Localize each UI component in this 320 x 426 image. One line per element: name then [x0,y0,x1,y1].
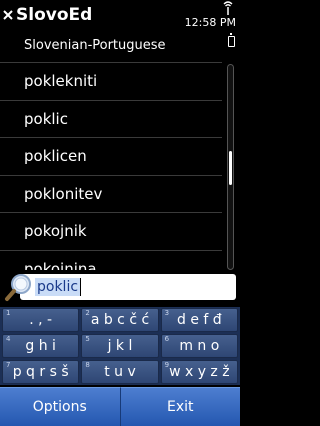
battery-icon [228,33,235,47]
clock: 12:58 PM [184,16,236,29]
key-1[interactable]: 1. , - [2,308,80,332]
key-3[interactable]: 3d e f đ [160,308,238,332]
list-item[interactable]: poklicen [0,137,222,175]
dictionary-subtitle: Slovenian-Portuguese [24,38,166,53]
list-item[interactable]: poklic [0,99,222,138]
key-6[interactable]: 6m n o [160,334,238,358]
word-list: poklekniti poklic poklicen poklonitev po… [0,62,222,287]
key-7[interactable]: 7p q r s š [2,360,80,384]
list-item[interactable]: poklekniti [0,62,222,100]
text-caret [80,278,81,296]
softkey-bar: Options Exit [0,387,240,426]
exit-button[interactable]: Exit [119,387,240,426]
list-item[interactable]: poklonitev [0,174,222,213]
title-bar: SlovoEd Slovenian-Portuguese 12:58 PM [0,0,240,62]
search-area: poklic [0,270,240,306]
key-5[interactable]: 5j k l [81,334,159,358]
scrollbar-thumb[interactable] [229,151,232,185]
keypad: 1. , - 2a b c č ć 3d e f đ 4g h i 5j k l… [0,307,240,385]
key-9[interactable]: 9w x y z ž [160,360,238,384]
close-icon[interactable] [2,9,14,21]
list-item[interactable]: pokojnik [0,212,222,250]
key-4[interactable]: 4g h i [2,334,80,358]
signal-icon [223,1,233,15]
status-area: 12:58 PM [170,0,240,60]
options-button[interactable]: Options [0,387,120,426]
app-title: SlovoEd [16,5,93,25]
key-8[interactable]: 8t u v [81,360,159,384]
search-icon [5,274,31,301]
search-input-text: poklic [35,278,81,296]
key-2[interactable]: 2a b c č ć [81,308,159,332]
scrollbar[interactable] [227,64,234,270]
search-input[interactable]: poklic [20,274,236,300]
